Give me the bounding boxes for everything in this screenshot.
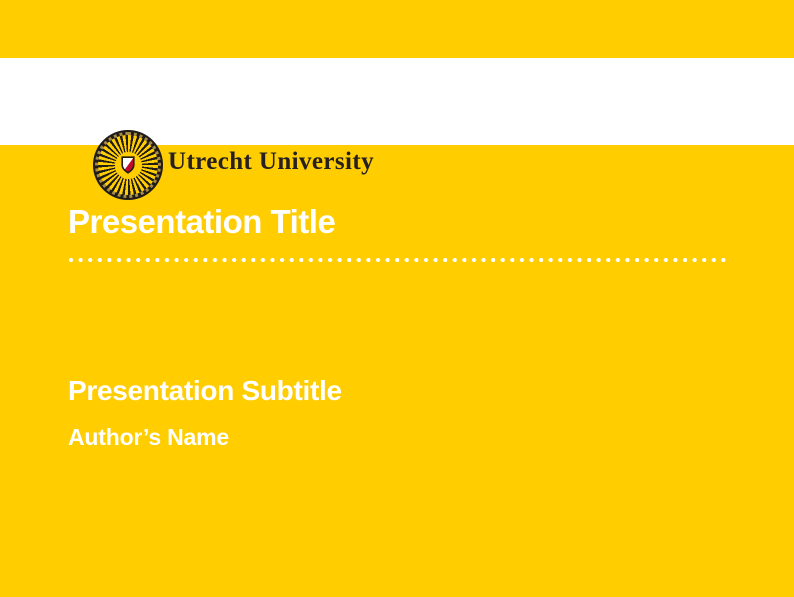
dotted-divider: [68, 257, 731, 263]
utrecht-shield-icon: [121, 156, 135, 174]
presentation-title-slide: Utrecht University Presentation Title Pr…: [0, 0, 794, 597]
presentation-title: Presentation Title: [68, 203, 335, 241]
presentation-subtitle: Presentation Subtitle: [68, 376, 342, 407]
university-logo-text: Utrecht University: [168, 148, 374, 176]
author-name: Author’s Name: [68, 425, 229, 450]
utrecht-sun-seal-icon: [93, 130, 163, 200]
logo-band: Utrecht University: [0, 58, 794, 145]
seal-core: [115, 152, 142, 179]
